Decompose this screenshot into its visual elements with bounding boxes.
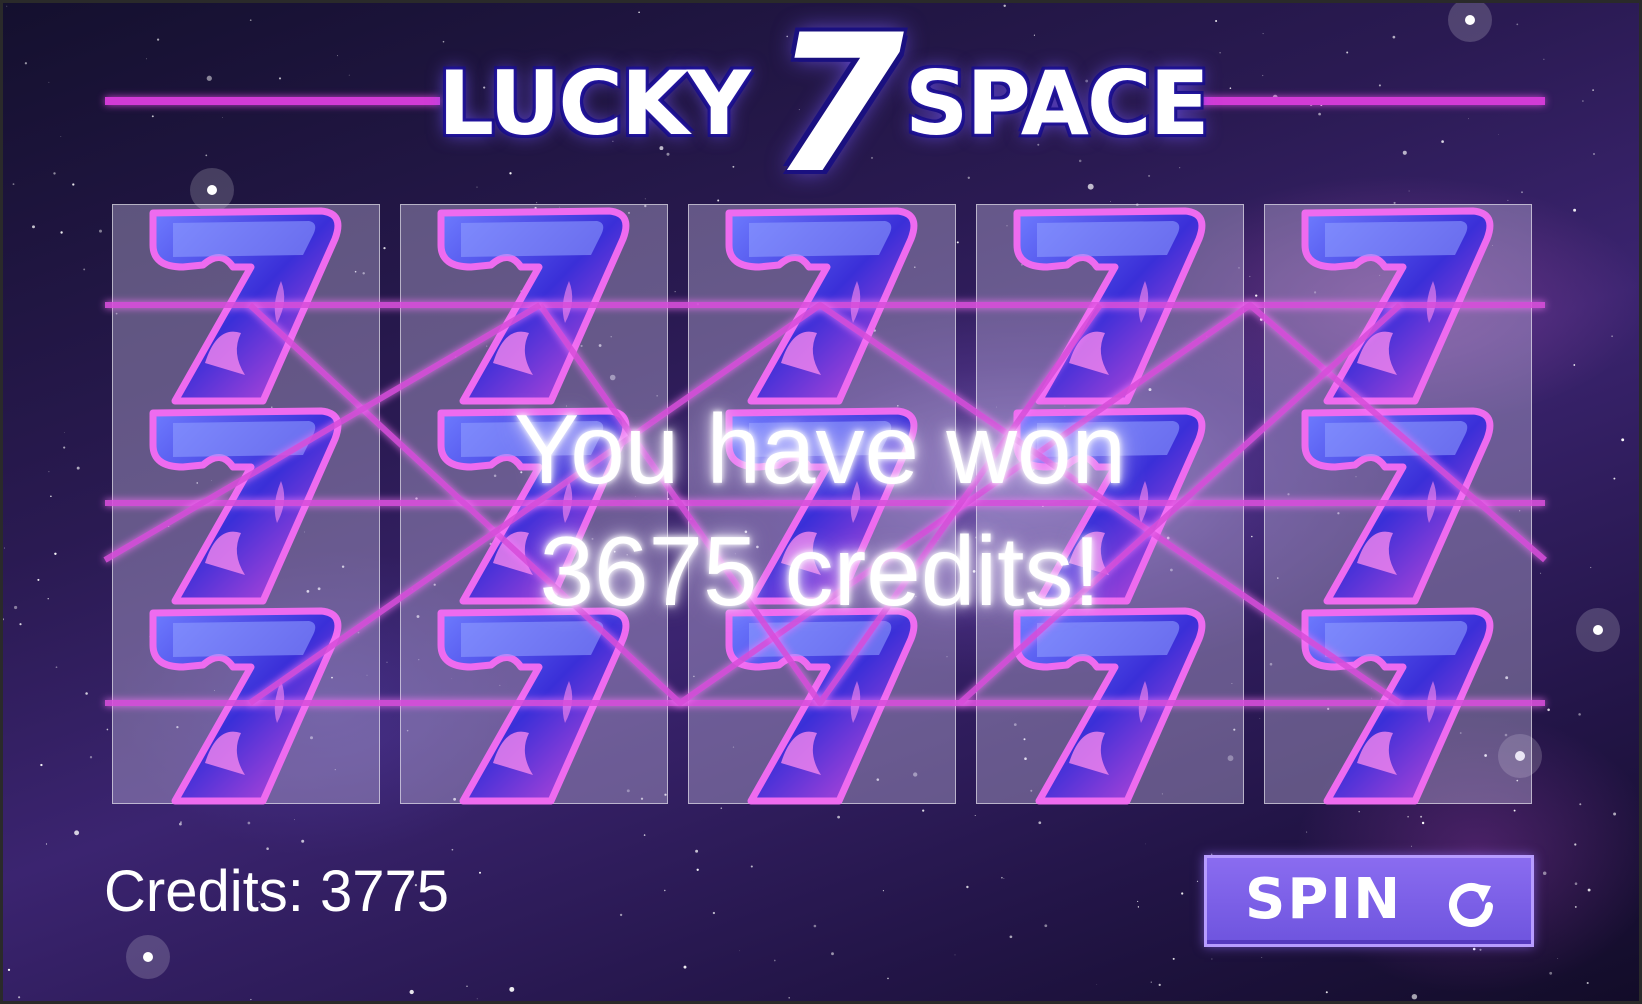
symbol-seven-icon [689, 205, 957, 405]
title-space: SPACE [905, 52, 1210, 155]
symbol-seven-icon [401, 205, 669, 405]
symbol-seven-icon [401, 605, 669, 805]
symbol-seven-icon [113, 405, 381, 605]
spin-button[interactable]: SPIN [1204, 855, 1534, 947]
win-message-line-2: 3675 credits! [539, 516, 1101, 626]
symbol-seven-icon [113, 205, 381, 405]
symbol-seven-icon [977, 605, 1245, 805]
symbol-seven-icon [977, 205, 1245, 405]
title-seven: 7 [772, 0, 905, 215]
win-message-line-1: You have won [513, 394, 1127, 504]
credits-display: Credits: 3775 [104, 859, 449, 924]
symbol-seven-icon [1265, 405, 1533, 605]
spin-button-label: SPIN [1245, 867, 1403, 932]
symbol-seven-icon [1265, 605, 1533, 805]
win-message: You have won 3675 credits! [380, 388, 1260, 632]
refresh-icon [1449, 883, 1493, 927]
title-line-right [1195, 97, 1545, 105]
symbol-seven-icon [113, 605, 381, 805]
game-stage: LUCKY 7 SPACE You have won 3675 credits!… [0, 0, 1642, 1004]
symbol-seven-icon [1265, 205, 1533, 405]
reel-5 [1264, 204, 1533, 805]
reel-1 [112, 204, 381, 805]
title-lucky: LUCKY [438, 52, 751, 155]
symbol-seven-icon [689, 605, 957, 805]
title-line-left [105, 97, 440, 105]
